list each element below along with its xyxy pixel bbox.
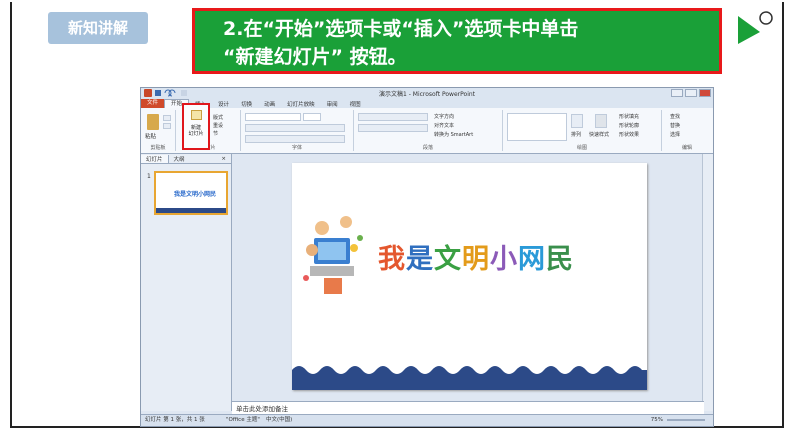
wave-border-decoration bbox=[292, 366, 647, 390]
convert-smartart-button[interactable]: 转换为 SmartArt bbox=[434, 131, 473, 138]
current-slide[interactable]: 我是文明小网民 bbox=[292, 163, 647, 390]
window-title: 演示文稿1 - Microsoft PowerPoint bbox=[378, 91, 476, 98]
new-slide-icon bbox=[191, 110, 202, 120]
tab-review[interactable]: 审阅 bbox=[321, 100, 344, 108]
slide-editing-area: 我是文明小网民 bbox=[232, 154, 704, 401]
tab-file[interactable]: 文件 bbox=[141, 99, 165, 108]
slide-thumbnail[interactable]: 我是文明小网民 bbox=[154, 171, 228, 215]
shape-outline-button[interactable]: 形状轮廓 bbox=[619, 122, 639, 129]
title-char: 文 bbox=[434, 244, 462, 275]
powerpoint-window: 演示文稿1 - Microsoft PowerPoint 文件 开始 插入 设计… bbox=[140, 87, 714, 427]
thumbnail-title: 我是文明小网民 bbox=[174, 191, 217, 198]
group-label-drawing: 绘图 bbox=[576, 145, 587, 151]
replace-button[interactable]: 替换 bbox=[670, 122, 680, 129]
instruction-box: 2.在“开始”选项卡或“插入”选项卡中单击 “新建幻灯片” 按钮。 bbox=[192, 8, 722, 74]
slide-main-title: 我是文明小网民 bbox=[378, 237, 574, 276]
new-slide-button[interactable]: 新建 幻灯片 bbox=[182, 103, 210, 150]
drawing-group: 排列 快速样式 形状填充 形状轮廓 形状效果 绘图 bbox=[503, 110, 662, 151]
minimize-button[interactable] bbox=[671, 89, 683, 97]
title-char: 小 bbox=[490, 244, 518, 275]
group-label-editing: 编辑 bbox=[681, 145, 692, 151]
font-format-buttons[interactable] bbox=[245, 124, 345, 132]
title-char: 民 bbox=[546, 244, 574, 275]
find-button[interactable]: 查找 bbox=[670, 113, 680, 120]
text-direction-button[interactable]: 文字方向 bbox=[434, 113, 454, 120]
tab-transitions[interactable]: 切换 bbox=[235, 100, 258, 108]
tab-view[interactable]: 视图 bbox=[344, 100, 367, 108]
group-label-font: 字体 bbox=[291, 145, 302, 151]
title-char: 明 bbox=[462, 244, 490, 275]
maximize-button[interactable] bbox=[685, 89, 697, 97]
ribbon: 粘贴 剪贴板 版式 重设 节 幻灯片 字体 文字方向 对齐文本 转换为 Smar… bbox=[141, 108, 713, 154]
shape-effects-button[interactable]: 形状效果 bbox=[619, 131, 639, 138]
title-char: 我 bbox=[378, 244, 406, 275]
quick-styles-icon[interactable] bbox=[595, 114, 607, 128]
shapes-gallery[interactable] bbox=[507, 113, 567, 141]
tab-slideshow[interactable]: 幻灯片放映 bbox=[281, 100, 321, 108]
copy-icon[interactable] bbox=[163, 123, 171, 129]
new-slide-label-line2: 幻灯片 bbox=[188, 131, 204, 137]
slide-counter: 幻灯片 第 1 张，共 1 张 bbox=[145, 417, 205, 423]
editing-group: 查找 替换 选择 编辑 bbox=[662, 110, 712, 151]
title-char: 网 bbox=[518, 244, 546, 275]
section-button[interactable]: 节 bbox=[213, 130, 218, 137]
title-char: 是 bbox=[406, 244, 434, 275]
notes-placeholder[interactable]: 单击此处添加备注 bbox=[232, 401, 704, 415]
language-indicator: 中文(中国) bbox=[266, 417, 293, 423]
paste-icon[interactable] bbox=[147, 114, 159, 130]
zoom-level[interactable]: 75% bbox=[651, 415, 663, 426]
instruction-line-1: 2.在“开始”选项卡或“插入”选项卡中单击 bbox=[223, 18, 579, 40]
tab-outline-pane[interactable]: 大纲 bbox=[169, 155, 190, 163]
title-bar: 演示文稿1 - Microsoft PowerPoint bbox=[141, 88, 713, 99]
font-group: 字体 bbox=[241, 110, 354, 151]
arrange-button[interactable]: 排列 bbox=[571, 131, 581, 138]
children-computer-illustration bbox=[303, 216, 363, 294]
align-text-button[interactable]: 对齐文本 bbox=[434, 122, 454, 129]
paste-label[interactable]: 粘贴 bbox=[145, 132, 156, 140]
ribbon-tabs: 文件 开始 插入 设计 切换 动画 幻灯片放映 审阅 视图 bbox=[141, 99, 713, 108]
close-button[interactable] bbox=[699, 89, 711, 97]
font-name-select[interactable] bbox=[245, 113, 301, 121]
play-triangle-icon bbox=[738, 11, 773, 44]
quick-styles-button[interactable]: 快速样式 bbox=[589, 131, 609, 138]
theme-name: "Office 主题" bbox=[226, 417, 260, 423]
alignment-buttons[interactable] bbox=[358, 124, 428, 132]
new-slide-label: 新建 幻灯片 bbox=[184, 125, 208, 137]
tab-slides-pane[interactable]: 幻灯片 bbox=[141, 154, 169, 163]
section-badge: 新知讲解 bbox=[48, 12, 148, 44]
clipboard-group: 粘贴 剪贴板 bbox=[141, 110, 176, 151]
slides-pane: 幻灯片 大纲 × 1 我是文明小网民 bbox=[141, 154, 232, 411]
cut-icon[interactable] bbox=[163, 115, 171, 121]
select-button[interactable]: 选择 bbox=[670, 131, 680, 138]
layout-button[interactable]: 版式 bbox=[213, 114, 223, 121]
thumbnail-wave-band bbox=[156, 208, 226, 213]
font-size-select[interactable] bbox=[303, 113, 321, 121]
instruction-line-2: “新建幻灯片” 按钮。 bbox=[223, 46, 407, 68]
arrange-icon[interactable] bbox=[571, 114, 583, 128]
tab-design[interactable]: 设计 bbox=[212, 100, 235, 108]
zoom-slider[interactable] bbox=[667, 419, 705, 421]
font-color-buttons[interactable] bbox=[245, 135, 345, 143]
paragraph-group: 文字方向 对齐文本 转换为 SmartArt 段落 bbox=[354, 110, 503, 151]
window-controls bbox=[671, 89, 711, 97]
status-bar: 幻灯片 第 1 张，共 1 张 "Office 主题" 中文(中国) 75% bbox=[141, 414, 713, 426]
group-label-clipboard: 剪贴板 bbox=[150, 145, 166, 151]
list-buttons[interactable] bbox=[358, 113, 428, 121]
pane-tabs: 幻灯片 大纲 × bbox=[141, 154, 231, 164]
vertical-scrollbar[interactable] bbox=[702, 154, 713, 411]
tab-animations[interactable]: 动画 bbox=[258, 100, 281, 108]
shape-fill-button[interactable]: 形状填充 bbox=[619, 113, 639, 120]
reset-button[interactable]: 重设 bbox=[213, 122, 223, 129]
pane-close-icon[interactable]: × bbox=[216, 156, 231, 162]
thumbnail-number: 1 bbox=[147, 173, 151, 180]
group-label-paragraph: 段落 bbox=[422, 145, 433, 151]
